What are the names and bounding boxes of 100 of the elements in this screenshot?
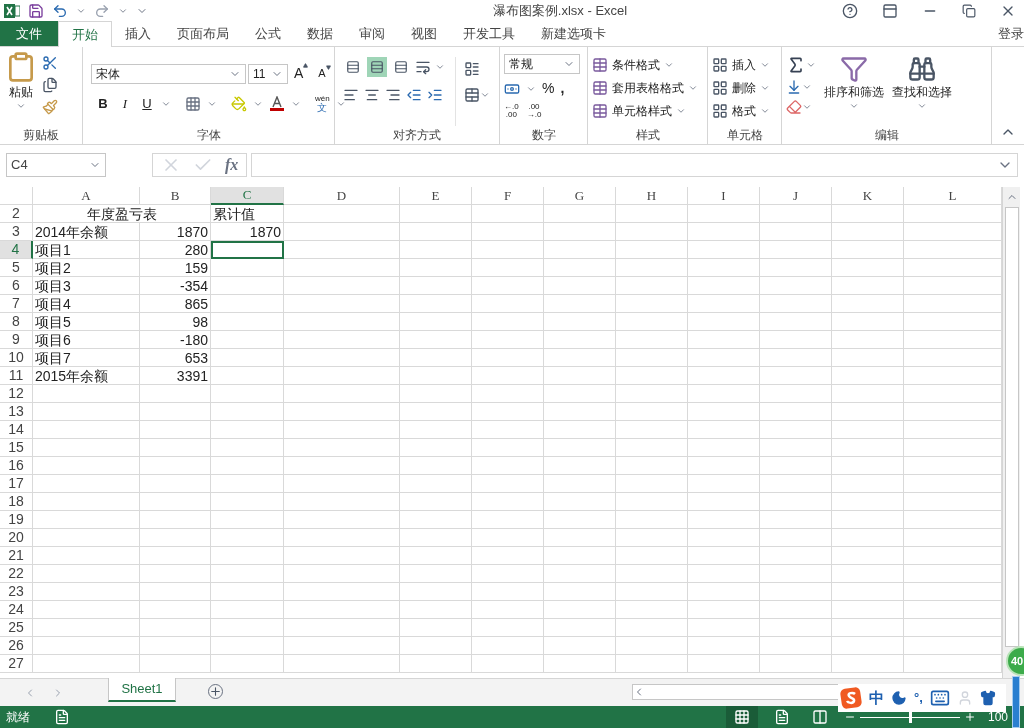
column-header[interactable]: E [400,187,472,205]
caret-icon[interactable] [480,90,490,100]
styles-menu-button[interactable]: 单元格样式 [592,101,698,120]
row-header[interactable]: 5 [0,259,33,277]
row-header[interactable]: 22 [0,565,33,583]
row-header[interactable]: 14 [0,421,33,439]
ribbon-tab[interactable]: 数据 [294,21,346,46]
undo-icon[interactable] [52,3,68,19]
merge-cells-icon[interactable] [464,87,480,103]
row-header[interactable]: 15 [0,439,33,457]
caret-icon[interactable] [118,6,128,16]
excel-logo-icon[interactable] [4,3,20,19]
decrease-decimal-button[interactable]: .00 →.0 [526,103,542,119]
ribbon-tab[interactable]: 开始 [58,21,112,47]
decrease-indent-icon[interactable] [406,87,422,103]
row-header[interactable]: 10 [0,349,33,367]
row-header[interactable]: 7 [0,295,33,313]
moon-icon[interactable] [891,690,907,706]
column-header[interactable]: F [472,187,544,205]
caret-icon[interactable] [16,101,26,111]
cut-icon[interactable] [42,55,58,71]
row-header[interactable]: 20 [0,529,33,547]
sign-in-link[interactable]: 登录 [998,24,1024,44]
name-box[interactable]: C4 [6,153,106,177]
row-header[interactable]: 2 [0,205,33,223]
format-painter-icon[interactable] [42,99,58,115]
grow-font-button[interactable]: A [290,63,313,84]
row-header[interactable]: 18 [0,493,33,511]
underline-button[interactable]: U [139,94,155,114]
page-break-icon[interactable] [811,709,828,725]
redo-icon[interactable] [94,3,110,19]
phonetic-button[interactable]: wén 文 [315,94,330,113]
paste-button[interactable]: 粘贴 [9,83,33,101]
sort-filter-button[interactable]: 排序和筛选 [824,55,884,126]
column-header[interactable]: C [211,187,284,205]
align-right-icon[interactable] [385,87,401,103]
wrap-text-icon[interactable] [464,61,480,77]
caret-icon[interactable] [76,6,86,16]
cells-menu-button[interactable]: 插入 [712,55,770,74]
row-header[interactable]: 16 [0,457,33,475]
column-header[interactable]: I [688,187,760,205]
sheet-tab[interactable]: Sheet1 [108,678,176,702]
row-header[interactable]: 26 [0,637,33,655]
cells-menu-button[interactable]: 格式 [712,101,770,120]
row-header[interactable]: 3 [0,223,33,241]
styles-menu-button[interactable]: 套用表格格式 [592,78,698,97]
vertical-align-button[interactable] [367,57,387,77]
insert-function-button[interactable]: fx [225,153,239,177]
row-header[interactable]: 23 [0,583,33,601]
active-cell[interactable] [211,241,284,259]
bold-button[interactable]: B [95,94,111,114]
row-header[interactable]: 8 [0,313,33,331]
row-header[interactable]: 19 [0,511,33,529]
row-header[interactable]: 27 [0,655,33,673]
row-header[interactable]: 4 [0,241,33,259]
comma-button[interactable]: , [560,78,565,99]
eraser-icon[interactable] [786,99,802,115]
copy-icon[interactable] [42,77,58,93]
fill-icon[interactable] [786,79,802,95]
column-header[interactable]: D [284,187,400,205]
ribbon-tab[interactable]: 审阅 [346,21,398,46]
caret-icon[interactable] [806,60,816,70]
italic-button[interactable]: I [117,94,133,114]
styles-menu-button[interactable]: 条件格式 [592,55,698,74]
orientation-icon[interactable] [415,59,431,75]
ribbon-tab[interactable]: 插入 [112,21,164,46]
normal-view-icon[interactable] [733,709,750,725]
column-header[interactable]: H [616,187,688,205]
help-icon[interactable] [842,3,858,19]
ribbon-tab[interactable]: 公式 [242,21,294,46]
row-header[interactable]: 6 [0,277,33,295]
font-color-icon[interactable] [269,95,285,112]
row-header[interactable]: 11 [0,367,33,385]
zoom-in-icon[interactable] [963,711,976,723]
ribbon-tab[interactable]: 视图 [398,21,450,46]
save-icon[interactable] [28,3,44,19]
font-name-field[interactable]: 宋体 [91,63,246,84]
column-header[interactable]: J [760,187,832,205]
shirt-icon[interactable] [979,690,996,706]
align-left-icon[interactable] [343,87,359,103]
page-layout-icon[interactable] [773,709,790,725]
caret-icon[interactable] [917,101,927,111]
restore-icon[interactable] [962,4,976,18]
row-header[interactable]: 17 [0,475,33,493]
percent-button[interactable]: % [542,78,555,99]
row-header[interactable]: 21 [0,547,33,565]
ime-logo-icon[interactable] [840,687,862,709]
row-header[interactable]: 12 [0,385,33,403]
caret-icon[interactable] [849,101,859,111]
borders-icon[interactable] [185,95,201,112]
ribbon-tab[interactable]: 页面布局 [164,21,242,46]
shrink-font-button[interactable]: A [314,65,335,82]
ribbon-tab[interactable]: 新建选项卡 [528,21,619,46]
find-select-button[interactable]: 查找和选择 [892,55,952,126]
row-header[interactable]: 25 [0,619,33,637]
new-sheet-icon[interactable] [208,684,223,699]
ime-toolbar[interactable]: 中 °, [838,684,1006,712]
ime-punctuation[interactable]: °, [914,688,923,708]
caret-icon[interactable] [435,62,445,72]
number-format-field[interactable]: 常规 [504,54,580,74]
